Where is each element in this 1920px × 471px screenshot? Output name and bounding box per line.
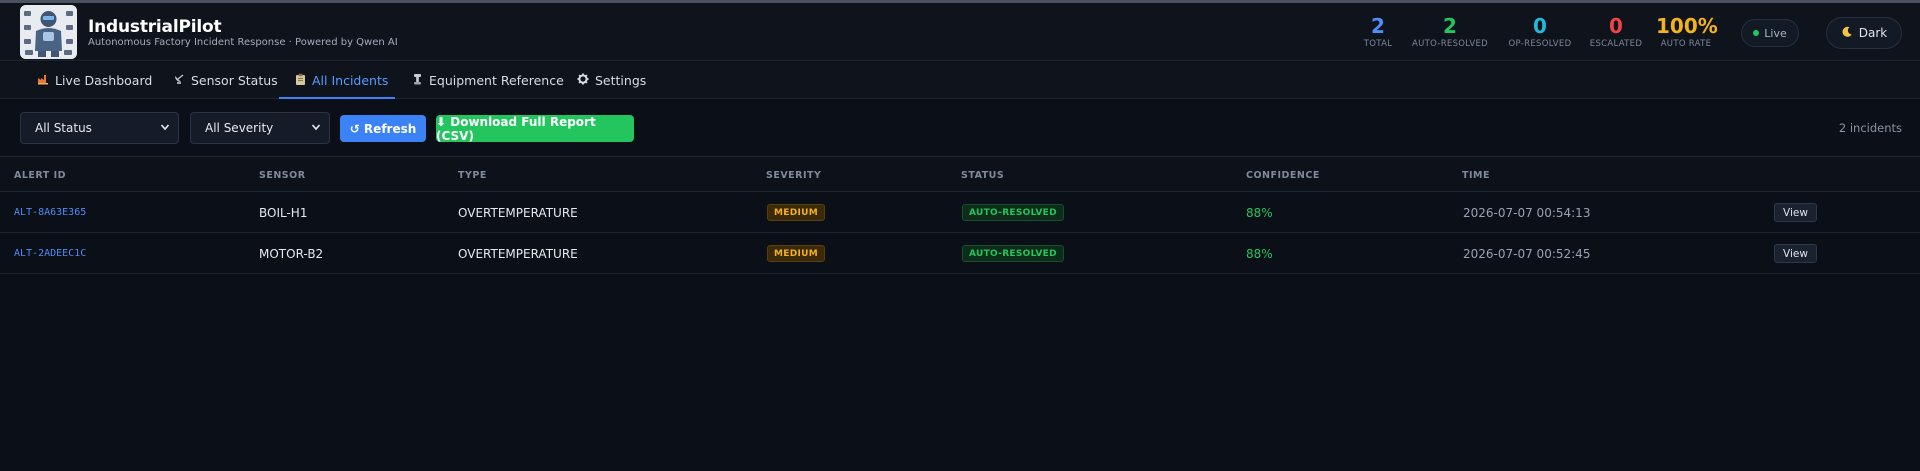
sensor-cell: MOTOR-B2 [259, 247, 324, 261]
severity-badge: MEDIUM [767, 204, 825, 221]
time-cell: 2026-07-07 00:52:45 [1463, 247, 1591, 261]
confidence-cell: 88% [1246, 206, 1273, 220]
stat-auto-resolved-label: AUTO-RESOLVED [1411, 39, 1489, 49]
incident-count: 2 incidents [1838, 121, 1902, 135]
satellite-icon [173, 73, 185, 88]
tab-sensor-status-label: Sensor Status [191, 73, 278, 88]
type-cell: OVERTEMPERATURE [458, 206, 578, 220]
app-title: IndustrialPilot [88, 17, 222, 37]
status-badge: AUTO-RESOLVED [962, 245, 1064, 262]
stat-escalated-value: 0 [1609, 14, 1623, 38]
stat-op-resolved-label: OP-RESOLVED [1508, 39, 1572, 49]
stat-auto-resolved-value: 2 [1443, 14, 1457, 38]
download-report-button[interactable]: ⬇ Download Full Report (CSV) [436, 115, 634, 143]
stat-escalated-label: ESCALATED [1589, 39, 1643, 49]
tab-equipment-reference-label: Equipment Reference [429, 73, 564, 88]
view-button[interactable]: View [1774, 203, 1817, 222]
column-header-sensor: SENSOR [259, 170, 306, 181]
tab-all-incidents[interactable]: All Incidents [295, 62, 388, 99]
tab-live-dashboard-label: Live Dashboard [55, 73, 153, 88]
filter-bar: All Status All Severity ↺ Refresh ⬇ Down… [0, 99, 1920, 157]
stat-op-resolved-value: 0 [1533, 14, 1547, 38]
factory-icon [37, 73, 49, 88]
type-cell: OVERTEMPERATURE [458, 247, 578, 261]
column-header-alert-id: ALERT ID [14, 170, 66, 181]
chevron-down-icon [160, 124, 170, 131]
table-row[interactable]: ALT-2ADEEC1C MOTOR-B2 OVERTEMPERATURE ME… [0, 233, 1920, 274]
confidence-cell: 88% [1246, 247, 1273, 261]
clipboard-icon [295, 73, 306, 88]
incidents-table-header: ALERT ID SENSOR TYPE SEVERITY STATUS CON… [0, 157, 1920, 192]
status-filter-select[interactable]: All Status [20, 112, 179, 144]
alert-id-link[interactable]: ALT-8A63E365 [14, 207, 86, 218]
moon-icon [1841, 26, 1853, 41]
wrench-icon [412, 73, 423, 88]
stat-auto-rate-label: AUTO RATE [1660, 39, 1712, 49]
time-cell: 2026-07-07 00:54:13 [1463, 206, 1591, 220]
column-header-type: TYPE [458, 170, 487, 181]
stat-op-resolved: 0 OP-RESOLVED [1504, 15, 1576, 49]
column-header-status: STATUS [961, 170, 1005, 181]
severity-badge: MEDIUM [767, 245, 825, 262]
tab-settings-label: Settings [595, 73, 647, 88]
theme-toggle-label: Dark [1858, 26, 1888, 40]
tab-sensor-status[interactable]: Sensor Status [173, 62, 278, 99]
gear-icon [577, 73, 589, 88]
severity-filter-value: All Severity [205, 121, 274, 135]
column-header-confidence: CONFIDENCE [1246, 170, 1320, 181]
live-status-pill: Live [1741, 19, 1799, 47]
sensor-cell: BOIL-H1 [259, 206, 308, 220]
refresh-button[interactable]: ↺ Refresh [340, 115, 426, 142]
stat-total-label: TOTAL [1363, 39, 1393, 49]
live-dot-icon [1753, 30, 1760, 36]
stat-total: 2 TOTAL [1363, 15, 1393, 49]
column-header-time: TIME [1462, 170, 1490, 181]
status-filter-value: All Status [35, 121, 92, 135]
status-badge: AUTO-RESOLVED [962, 204, 1064, 221]
stat-escalated: 0 ESCALATED [1588, 15, 1644, 49]
live-status-label: Live [1764, 26, 1787, 40]
table-row[interactable]: ALT-8A63E365 BOIL-H1 OVERTEMPERATURE MED… [0, 192, 1920, 233]
app-subtitle: Autonomous Factory Incident Response · P… [88, 37, 398, 48]
severity-filter-select[interactable]: All Severity [190, 112, 330, 144]
stat-auto-rate: 100% AUTO RATE [1656, 14, 1718, 49]
app-logo [20, 5, 77, 59]
tab-all-incidents-label: All Incidents [312, 73, 389, 88]
app-header: IndustrialPilot Autonomous Factory Incid… [0, 3, 1920, 61]
view-button[interactable]: View [1774, 244, 1817, 263]
tab-live-dashboard[interactable]: Live Dashboard [37, 62, 152, 99]
stat-auto-rate-value: 100% [1656, 14, 1718, 38]
tab-equipment-reference[interactable]: Equipment Reference [412, 62, 564, 99]
tab-settings[interactable]: Settings [577, 62, 646, 99]
stat-total-value: 2 [1371, 14, 1385, 38]
theme-toggle-button[interactable]: Dark [1826, 17, 1902, 49]
alert-id-link[interactable]: ALT-2ADEEC1C [14, 248, 86, 259]
chevron-down-icon [311, 124, 321, 131]
column-header-severity: SEVERITY [766, 170, 822, 181]
nav-tabs: Live Dashboard Sensor Status All Inciden… [0, 62, 1920, 99]
stat-auto-resolved: 2 AUTO-RESOLVED [1410, 15, 1490, 49]
